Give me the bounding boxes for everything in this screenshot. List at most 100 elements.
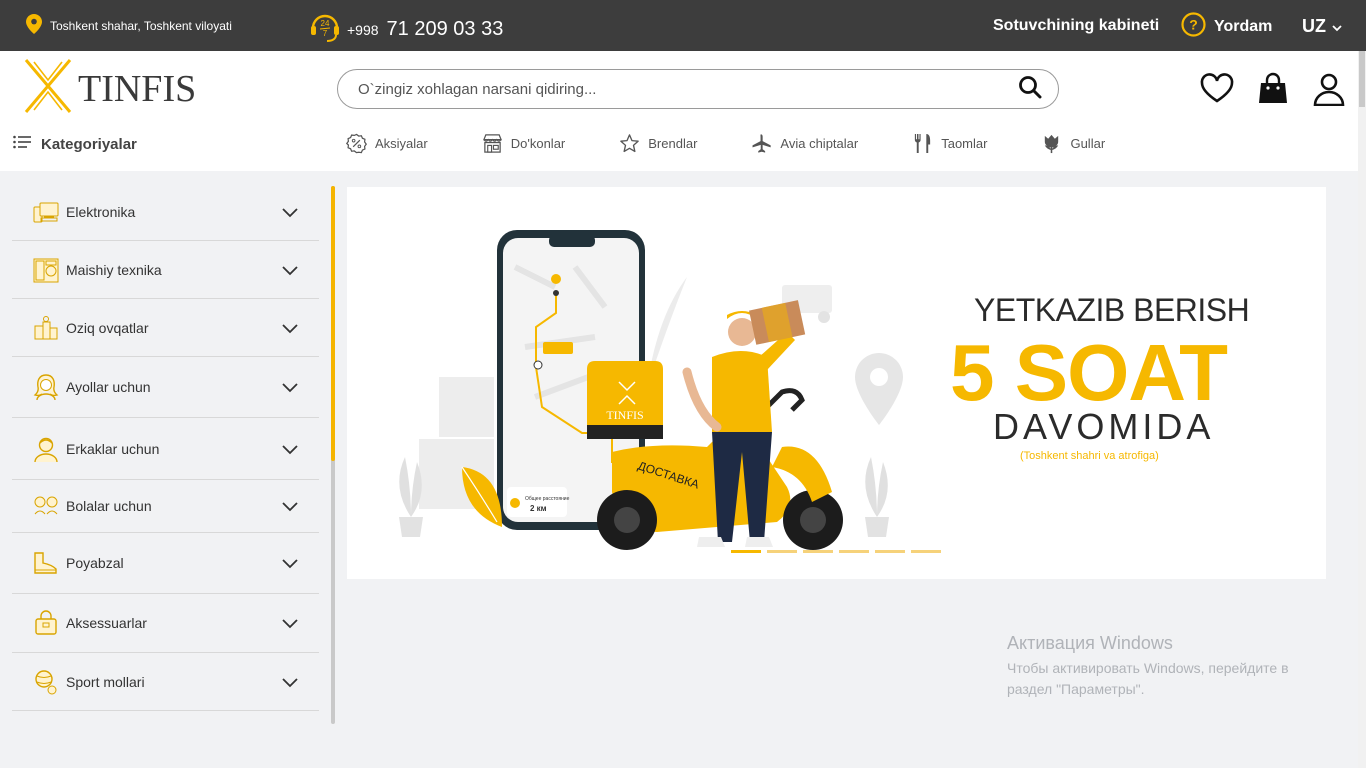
- category-ayollar-uchun[interactable]: Ayollar uchun: [12, 357, 319, 418]
- category-label: Aksessuarlar: [66, 615, 147, 631]
- logo[interactable]: TINFIS: [22, 58, 196, 119]
- carousel-dots: [731, 550, 941, 553]
- watermark-line1: Чтобы активировать Windows, перейдите в: [1007, 660, 1289, 676]
- chevron-down-icon[interactable]: [281, 263, 299, 277]
- logo-text: TINFIS: [78, 67, 197, 110]
- header-actions: [1200, 72, 1346, 107]
- chevron-down-icon[interactable]: [281, 616, 299, 630]
- nav-label: Gullar: [1070, 136, 1106, 151]
- carousel-dot[interactable]: [803, 550, 833, 553]
- search-icon[interactable]: [1018, 75, 1042, 104]
- phone-prefix: +998: [347, 21, 379, 38]
- nav-dokonlar[interactable]: Do'konlar: [482, 133, 565, 154]
- category-poyabzal[interactable]: Poyabzal: [12, 533, 319, 594]
- delivery-illustration: Общее расстояние 2 км ДОСТАВКА TINFIS: [399, 230, 903, 550]
- category-label: Sport mollari: [66, 673, 145, 690]
- category-label: Elektronika: [66, 203, 136, 220]
- heart-icon[interactable]: [1200, 72, 1234, 106]
- language-label: UZ: [1302, 16, 1326, 36]
- banner-title: YETKAZIB BERISH: [974, 292, 1250, 328]
- carousel-dot[interactable]: [875, 550, 905, 553]
- nav-label: Taomlar: [941, 136, 988, 151]
- banner-subtitle: DAVOMIDA: [993, 406, 1215, 447]
- language-selector[interactable]: UZ: [1302, 16, 1342, 37]
- watermark-title: Активация Windows: [1007, 633, 1173, 653]
- banner-note: (Toshkent shahri va atrofiga): [1020, 450, 1159, 462]
- category-label: Maishiy texnika: [66, 261, 162, 278]
- chevron-down-icon[interactable]: [281, 380, 299, 394]
- discount-icon: [346, 133, 367, 154]
- help-label: Yordam: [1214, 18, 1273, 35]
- page-scrollbar-track[interactable]: [1358, 51, 1366, 768]
- box-logo: TINFIS: [606, 408, 643, 422]
- categories-label: Kategoriyalar: [41, 135, 137, 153]
- svg-text:7: 7: [323, 29, 328, 38]
- logo-mark-icon: [22, 58, 74, 119]
- windows-activation-watermark: Активация Windows Чтобы активировать Win…: [1007, 633, 1289, 700]
- category-oziq-ovqatlar[interactable]: Oziq ovqatlar: [12, 299, 319, 357]
- chevron-down-icon[interactable]: [281, 321, 299, 335]
- chevron-down-icon: [1332, 16, 1342, 37]
- groceries-icon: [32, 314, 60, 342]
- chevron-down-icon[interactable]: [281, 675, 299, 689]
- carousel-dot[interactable]: [839, 550, 869, 553]
- svg-text:24: 24: [321, 19, 330, 28]
- category-label: Oziq ovqatlar: [66, 319, 149, 336]
- chevron-down-icon[interactable]: [281, 499, 299, 513]
- carousel-dot[interactable]: [911, 550, 941, 553]
- nav-aksiyalar[interactable]: Aksiyalar: [346, 133, 428, 154]
- site-header: TINFIS Kategoriyalar Aksiyalar Do'kon: [0, 51, 1358, 171]
- promo-banner[interactable]: Общее расстояние 2 км ДОСТАВКА TINFIS YE…: [347, 187, 1326, 579]
- map-distance: 2 км: [530, 504, 547, 513]
- nav-label: Aksiyalar: [375, 136, 428, 151]
- chevron-down-icon[interactable]: [281, 556, 299, 570]
- category-erkaklar-uchun[interactable]: Erkaklar uchun: [12, 418, 319, 480]
- category-maishiy-texnika[interactable]: Maishiy texnika: [12, 241, 319, 299]
- search-bar[interactable]: [337, 69, 1059, 109]
- nav-label: Avia chiptalar: [780, 136, 859, 151]
- accessories-icon: [32, 609, 60, 637]
- star-icon: [620, 134, 640, 153]
- category-label: Bolalar uchun: [66, 498, 152, 514]
- chevron-down-icon[interactable]: [281, 205, 299, 219]
- sidebar-scrollbar-thumb[interactable]: [331, 186, 335, 461]
- list-menu-icon: [13, 135, 31, 153]
- carousel-dot[interactable]: [731, 550, 761, 553]
- user-icon[interactable]: [1312, 72, 1346, 107]
- shopping-bag-icon[interactable]: [1256, 72, 1290, 106]
- category-sport-mollari[interactable]: Sport mollari: [12, 653, 319, 711]
- nav-avia-chiptalar[interactable]: Avia chiptalar: [751, 133, 858, 154]
- category-aksessuarlar[interactable]: Aksessuarlar: [12, 594, 319, 653]
- shoe-icon: [32, 549, 60, 577]
- category-label: Erkaklar uchun: [66, 440, 160, 457]
- seller-cabinet-link[interactable]: Sotuvchining kabineti: [993, 17, 1159, 35]
- location-selector[interactable]: Toshkent shahar, Toshkent viloyati: [26, 14, 232, 37]
- nav-taomlar[interactable]: Taomlar: [912, 133, 987, 154]
- carousel-dot[interactable]: [767, 550, 797, 553]
- top-bar: Toshkent shahar, Toshkent viloyati 24 7 +…: [0, 0, 1366, 51]
- support-phone[interactable]: 24 7 +998 71 209 03 33: [309, 11, 503, 48]
- category-label: Poyabzal: [66, 555, 124, 571]
- search-input[interactable]: [358, 80, 1018, 98]
- location-pin-icon: [26, 14, 42, 37]
- woman-icon: [32, 373, 60, 401]
- support-24-7-icon: 24 7: [309, 11, 341, 48]
- page-scrollbar-thumb[interactable]: [1359, 51, 1365, 107]
- category-sidebar: Elektronika Maishiy texnika Oziq ovqatla…: [0, 171, 336, 768]
- category-label: Ayollar uchun: [66, 379, 151, 395]
- map-distance-label: Общее расстояние: [525, 496, 570, 502]
- flower-icon: [1045, 134, 1059, 154]
- category-elektronika[interactable]: Elektronika: [12, 183, 319, 241]
- chevron-down-icon[interactable]: [281, 442, 299, 456]
- nav-brendlar[interactable]: Brendlar: [619, 133, 697, 154]
- phone-number: 71 209 03 33: [386, 18, 504, 40]
- svg-text:?: ?: [1189, 17, 1198, 33]
- cutlery-icon: [915, 133, 931, 154]
- help-link[interactable]: ? Yordam: [1181, 12, 1272, 42]
- categories-button[interactable]: Kategoriyalar: [13, 135, 137, 153]
- sport-icon: [32, 668, 60, 696]
- nav-label: Brendlar: [648, 136, 698, 151]
- nav-gullar[interactable]: Gullar: [1041, 133, 1105, 154]
- category-bolalar-uchun[interactable]: Bolalar uchun: [12, 480, 319, 533]
- electronics-icon: [32, 198, 60, 226]
